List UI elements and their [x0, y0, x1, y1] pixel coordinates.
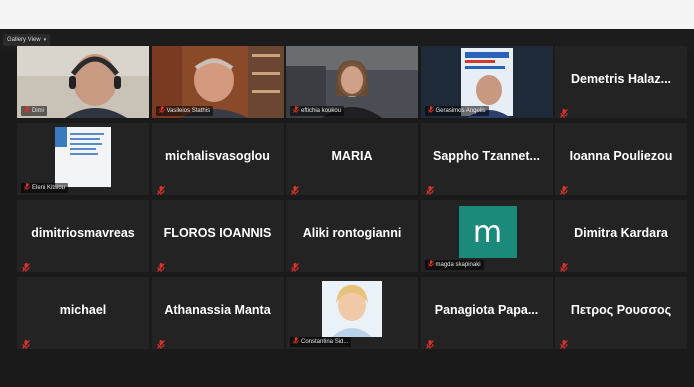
participant-name-label: Eleni Kitsiou [21, 182, 69, 194]
participant-tile[interactable]: dimitriosmavreas [17, 200, 149, 272]
participant-name: eftichia koukou [301, 108, 342, 114]
participant-name: Eleni Kitsiou [32, 185, 66, 191]
mic-muted-icon [156, 182, 165, 195]
participant-tile[interactable]: Constantina Sid... [286, 277, 418, 349]
participant-name-label: Gerasimos Angelis [424, 105, 489, 117]
participant-tile[interactable]: michael [17, 277, 149, 349]
participant-name: MARIA [331, 149, 373, 163]
mic-muted-icon [560, 336, 568, 349]
participant-name: Πετρος Ρουσσος [570, 303, 672, 317]
participant-name: Demetris Halaz... [570, 72, 672, 86]
mic-muted-icon [22, 336, 30, 349]
participant-tile[interactable]: MARIA [286, 123, 418, 195]
participant-name: Constantina Sid... [301, 339, 349, 345]
participant-name: Vasileios Stathis [166, 108, 211, 114]
participant-name-label: magda skapinaki [424, 259, 484, 271]
participant-tile[interactable]: Ioanna Pouliezou [555, 123, 687, 195]
participant-name-label: Constantina Sid... [290, 336, 352, 348]
mic-muted-icon [427, 105, 434, 117]
participant-tile[interactable]: Dimitra Kardara [555, 200, 687, 272]
participant-tile[interactable]: Eleni Kitsiou [17, 123, 149, 195]
mic-muted-icon [156, 259, 165, 272]
participant-tile[interactable]: Gerasimos Angelis [420, 46, 553, 118]
mic-muted-icon [22, 259, 30, 272]
mic-muted-icon [560, 105, 568, 118]
participant-name: Sappho Tzannet... [433, 149, 540, 163]
gallery-view-label: Gallery View [7, 37, 41, 43]
mic-muted-icon [560, 182, 568, 195]
avatar: m [458, 206, 517, 258]
mic-muted-icon [293, 336, 299, 348]
chevron-down-icon: ▾ [43, 37, 47, 43]
mic-muted-icon [156, 336, 165, 349]
gallery-view-button[interactable]: Gallery View ▾ [3, 34, 51, 46]
participant-name-label: Vasileios Stathis [155, 105, 214, 117]
participant-name: Aliki rontogianni [302, 226, 402, 240]
mic-muted-icon [427, 259, 434, 271]
mic-muted-icon [158, 105, 165, 117]
participant-tile[interactable]: eftichia koukou [286, 46, 418, 118]
participant-name: Ioanna Pouliezou [569, 149, 673, 163]
participant-name: Dimi [32, 108, 44, 114]
mic-muted-icon [24, 182, 30, 194]
participant-tile[interactable]: michalisvasoglou [151, 123, 284, 195]
participant-name: michalisvasoglou [165, 149, 270, 163]
participant-tile[interactable]: Athanassia Manta [151, 277, 284, 349]
mic-muted-icon [425, 182, 434, 195]
participant-name: Dimitra Kardara [574, 226, 668, 240]
participant-tile[interactable]: Dimi [17, 46, 149, 118]
participant-tile[interactable]: Aliki rontogianni [286, 200, 418, 272]
participant-name: dimitriosmavreas [31, 226, 135, 240]
mic-muted-icon [560, 259, 568, 272]
participant-name: FLOROS IOANNIS [163, 226, 272, 240]
participant-tile[interactable]: Sappho Tzannet... [420, 123, 553, 195]
participant-name-label: eftichia koukou [290, 105, 345, 117]
participant-name: Gerasimos Angelis [435, 108, 486, 114]
participant-tile[interactable]: Πετρος Ρουσσος [555, 277, 687, 349]
participant-tile[interactable]: m magda skapinaki [420, 200, 553, 272]
participant-tile[interactable]: Vasileios Stathis [151, 46, 284, 118]
participant-name: Athanassia Manta [164, 303, 271, 317]
participant-name-label: Dimi [21, 105, 47, 117]
mic-muted-icon [24, 105, 30, 117]
participant-name: Panagiota Papa... [434, 303, 539, 317]
participant-name: magda skapinaki [435, 262, 481, 268]
participant-tile[interactable]: Panagiota Papa... [420, 277, 553, 349]
mic-muted-icon [291, 259, 299, 272]
mic-muted-icon [425, 336, 434, 349]
mic-muted-icon [293, 105, 299, 117]
participant-name: michael [59, 303, 107, 317]
mic-muted-icon [291, 182, 299, 195]
participant-tile[interactable]: Demetris Halaz... [555, 46, 687, 118]
participant-tile[interactable]: FLOROS IOANNIS [151, 200, 284, 272]
